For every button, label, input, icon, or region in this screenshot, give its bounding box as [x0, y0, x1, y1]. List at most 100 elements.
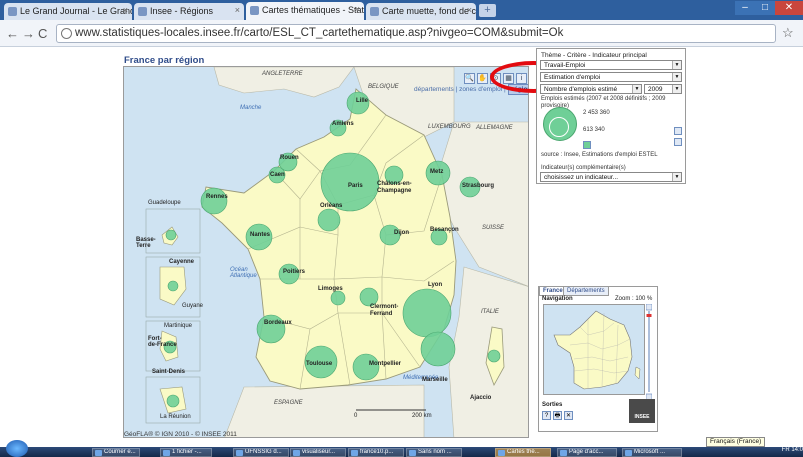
print-button[interactable]: 🖶 — [553, 411, 562, 420]
city-chalons: Châlons-en-Champagne — [377, 181, 412, 194]
tab-favicon-icon — [8, 7, 17, 16]
bubble-rhone-alpes — [402, 288, 452, 338]
forward-arrow-icon[interactable]: → — [22, 26, 35, 41]
overview-minimap[interactable] — [543, 304, 645, 395]
language-tooltip: Français (France) — [706, 437, 766, 447]
address-bar[interactable]: www.statistiques-locales.insee.fr/carto/… — [56, 24, 776, 43]
panel-title: Thème - Critère - Indicateur principal — [541, 52, 647, 59]
dropdown-arrow-icon: ▼ — [672, 61, 681, 69]
taskbar-item[interactable]: Page d'acc... — [557, 448, 617, 457]
taskbar-item[interactable]: Microsoft ... — [622, 448, 682, 457]
tab-favicon-icon — [138, 7, 147, 16]
legend-max-value: 2 453 360 — [583, 110, 610, 116]
minimize-button[interactable]: – — [735, 1, 755, 15]
spain-shape — [224, 384, 425, 437]
taskbar-item[interactable]: Sans nom ... — [406, 448, 462, 457]
zoom-in-icon[interactable]: 🔍 — [464, 73, 475, 84]
legend-tools-icon[interactable] — [674, 138, 682, 146]
france-mainland-shape — [201, 88, 457, 390]
city-lille: Lille — [356, 98, 369, 104]
export-excel-button[interactable]: ✕ — [564, 411, 573, 420]
map-credits: GéoFLA® © IGN 2010 - © INSEE 2011 — [124, 431, 237, 438]
reload-icon[interactable]: C — [38, 26, 47, 41]
indicator-select[interactable]: Nombre d'emplois estimé ▼ — [540, 84, 642, 94]
app-icon — [95, 450, 102, 456]
tab-departements[interactable]: Départements — [563, 286, 609, 296]
app-icon — [236, 450, 243, 456]
city-orleans: Orléans — [320, 203, 343, 209]
pan-hand-icon[interactable]: ✋ — [477, 73, 488, 84]
tab-le-grand-journal[interactable]: Le Grand Journal - Le Grand × — [4, 3, 132, 20]
zoom-level: Zoom : 100 % — [615, 296, 653, 302]
dropdown-arrow-icon: ▼ — [672, 73, 681, 81]
label-guadeloupe: Guadeloupe — [148, 200, 181, 206]
taskbar-item[interactable]: 1 fichier -... — [160, 448, 212, 457]
close-window-button[interactable]: ✕ — [775, 1, 803, 15]
city-marseille: Marseille — [422, 377, 448, 383]
scale-km: 200 km — [412, 413, 432, 419]
label-cayenne: Cayenne — [169, 259, 195, 265]
bubble-centre — [317, 208, 341, 232]
label-espagne: ESPAGNE — [274, 400, 303, 406]
tab-insee-regions[interactable]: Insee - Régions × — [134, 3, 244, 20]
label-manche: Manche — [240, 105, 262, 111]
taskbar-item[interactable]: Courrier e... — [92, 448, 140, 457]
close-tab-icon[interactable]: × — [467, 5, 472, 15]
city-besancon: Besançon — [430, 227, 459, 233]
page-content: France par région 🔍 ✋ ⊙ ▦ i départements… — [0, 48, 803, 438]
taskbar-item[interactable]: france10.p... — [348, 448, 404, 457]
dropdown-arrow-icon: ▼ — [672, 85, 681, 93]
theme-select[interactable]: Travail-Emploi ▼ — [540, 60, 682, 70]
legend-color-icon[interactable] — [583, 141, 591, 149]
map-title: France par région — [124, 55, 205, 66]
bubble-bretagne — [200, 187, 228, 215]
taskbar-item[interactable]: UFNSSIG d... — [233, 448, 289, 457]
app-icon — [293, 450, 300, 456]
label-saint-denis: Saint-Denis — [152, 369, 186, 375]
maximize-button[interactable]: □ — [755, 1, 775, 15]
link-zones-emploi[interactable]: zones d'emploi — [459, 86, 502, 93]
close-tab-icon[interactable]: × — [235, 5, 240, 15]
tab-carte-muette[interactable]: Carte muette, fond de carte × — [366, 3, 476, 20]
back-arrow-icon[interactable]: ← — [6, 26, 19, 41]
help-button[interactable]: ? — [542, 411, 551, 420]
city-amiens: Amiens — [332, 121, 354, 127]
city-rennes: Rennes — [206, 194, 228, 200]
bubble-languedoc-roussillon — [352, 353, 380, 381]
city-toulouse: Toulouse — [306, 361, 333, 367]
thematic-map[interactable]: 🔍 ✋ ⊙ ▦ i départements | zones d'emploi … — [123, 66, 529, 438]
bubble-provence — [420, 331, 456, 367]
browser-toolbar: ← → C www.statistiques-locales.insee.fr/… — [0, 20, 803, 47]
close-tab-icon[interactable]: × — [123, 5, 128, 15]
label-italie: ITALIE — [481, 309, 499, 315]
label-la-reunion: La Réunion — [160, 414, 191, 420]
complementary-select[interactable]: choisissez un indicateur... ▼ — [540, 172, 682, 182]
legend-circle-small — [549, 117, 569, 137]
browser-titlebar: Le Grand Journal - Le Grand × Insee - Ré… — [0, 0, 803, 20]
link-departements[interactable]: départements — [414, 86, 454, 93]
star-icon[interactable]: ☆ — [782, 25, 794, 41]
tab-favicon-icon — [370, 7, 379, 16]
bubble-corse — [487, 349, 501, 363]
indicator-description: Emplois estimés (2007 et 2008 définitifs… — [541, 96, 666, 102]
tab-cartes-thematiques[interactable]: Cartes thématiques - Statist × — [246, 2, 364, 20]
taskbar-item-active[interactable]: Cartes thé... — [495, 448, 551, 457]
app-icon — [560, 450, 567, 456]
system-tray[interactable]: FR 14:0 — [778, 447, 803, 457]
insee-logo: INSEE — [629, 399, 655, 423]
globe-icon — [61, 28, 72, 39]
app-icon — [625, 450, 632, 456]
city-ajaccio: Ajaccio — [470, 395, 492, 401]
start-button[interactable] — [6, 440, 28, 457]
zoom-slider[interactable] — [646, 304, 652, 400]
app-icon — [163, 450, 170, 456]
close-tab-icon[interactable]: × — [355, 4, 360, 14]
year-select[interactable]: 2009 ▼ — [644, 84, 682, 94]
label-fort-de-france: Fort- de-France — [148, 336, 177, 348]
minimap-canvas — [553, 310, 641, 390]
criterion-select[interactable]: Estimation d'emploi ▼ — [540, 72, 682, 82]
new-tab-button[interactable]: + — [479, 4, 496, 17]
legend-settings-icon[interactable] — [674, 127, 682, 135]
taskbar-item[interactable]: visualiseur... — [290, 448, 346, 457]
app-icon — [409, 450, 416, 456]
